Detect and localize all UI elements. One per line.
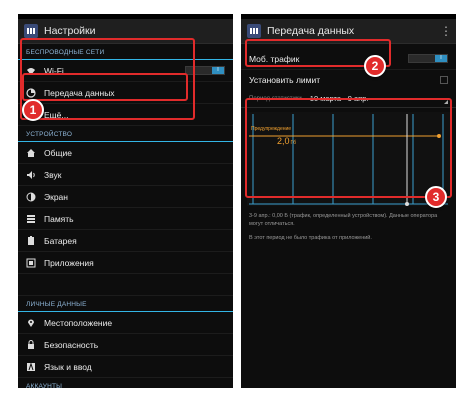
storage-icon bbox=[26, 214, 36, 224]
settings-app-icon[interactable] bbox=[24, 24, 38, 38]
overflow-menu-icon[interactable]: ⋮ bbox=[440, 24, 452, 38]
section-device: УСТРОЙСТВО bbox=[18, 126, 233, 142]
sidebar-item-security[interactable]: Безопасность bbox=[18, 334, 233, 356]
apps-icon bbox=[26, 258, 36, 268]
page-title: Настройки bbox=[44, 25, 96, 37]
brightness-icon bbox=[26, 192, 36, 202]
annotation-badge-2: 2 bbox=[364, 55, 386, 77]
no-app-traffic-note: В этот период не было трафика от приложе… bbox=[249, 235, 372, 241]
lock-icon bbox=[26, 339, 36, 350]
page-title: Передача данных bbox=[267, 25, 355, 37]
set-limit-row[interactable]: Установить лимит bbox=[241, 70, 456, 90]
settings-app-icon[interactable] bbox=[247, 24, 261, 38]
highlight-usage-chart bbox=[245, 98, 452, 198]
highlight-wireless-section bbox=[20, 38, 195, 120]
section-accounts: АККАУНТЫ bbox=[18, 378, 233, 388]
sidebar-item-location[interactable]: Местоположение bbox=[18, 312, 233, 334]
sidebar-item-sound[interactable]: Звук bbox=[18, 164, 233, 186]
mobile-traffic-toggle[interactable]: I bbox=[408, 54, 448, 63]
annotation-badge-1: 1 bbox=[22, 99, 44, 121]
sidebar-item-language[interactable]: Язык и ввод bbox=[18, 356, 233, 378]
section-personal: ЛИЧНЫЕ ДАННЫЕ bbox=[18, 296, 233, 312]
set-limit-checkbox[interactable] bbox=[440, 76, 448, 84]
battery-icon bbox=[26, 235, 36, 246]
sidebar-item-display[interactable]: Экран bbox=[18, 186, 233, 208]
language-icon bbox=[26, 361, 36, 372]
home-icon bbox=[26, 148, 36, 158]
period-end-handle bbox=[405, 202, 409, 206]
sidebar-item-apps[interactable]: Приложения bbox=[18, 252, 233, 274]
set-limit-label: Установить лимит bbox=[249, 75, 321, 85]
usage-note: 3-9 апр.: 0,00 Б (трафик, определенный у… bbox=[249, 213, 438, 227]
location-icon bbox=[26, 318, 36, 328]
sidebar-item-general[interactable]: Общие bbox=[18, 142, 233, 164]
sidebar-item-battery[interactable]: Батарея bbox=[18, 230, 233, 252]
annotation-badge-3: 3 bbox=[425, 186, 447, 208]
speaker-icon bbox=[26, 170, 36, 180]
sidebar-item-storage[interactable]: Память bbox=[18, 208, 233, 230]
data-usage-screen: Передача данных ⋮ Моб. трафик I Установи… bbox=[241, 14, 456, 388]
